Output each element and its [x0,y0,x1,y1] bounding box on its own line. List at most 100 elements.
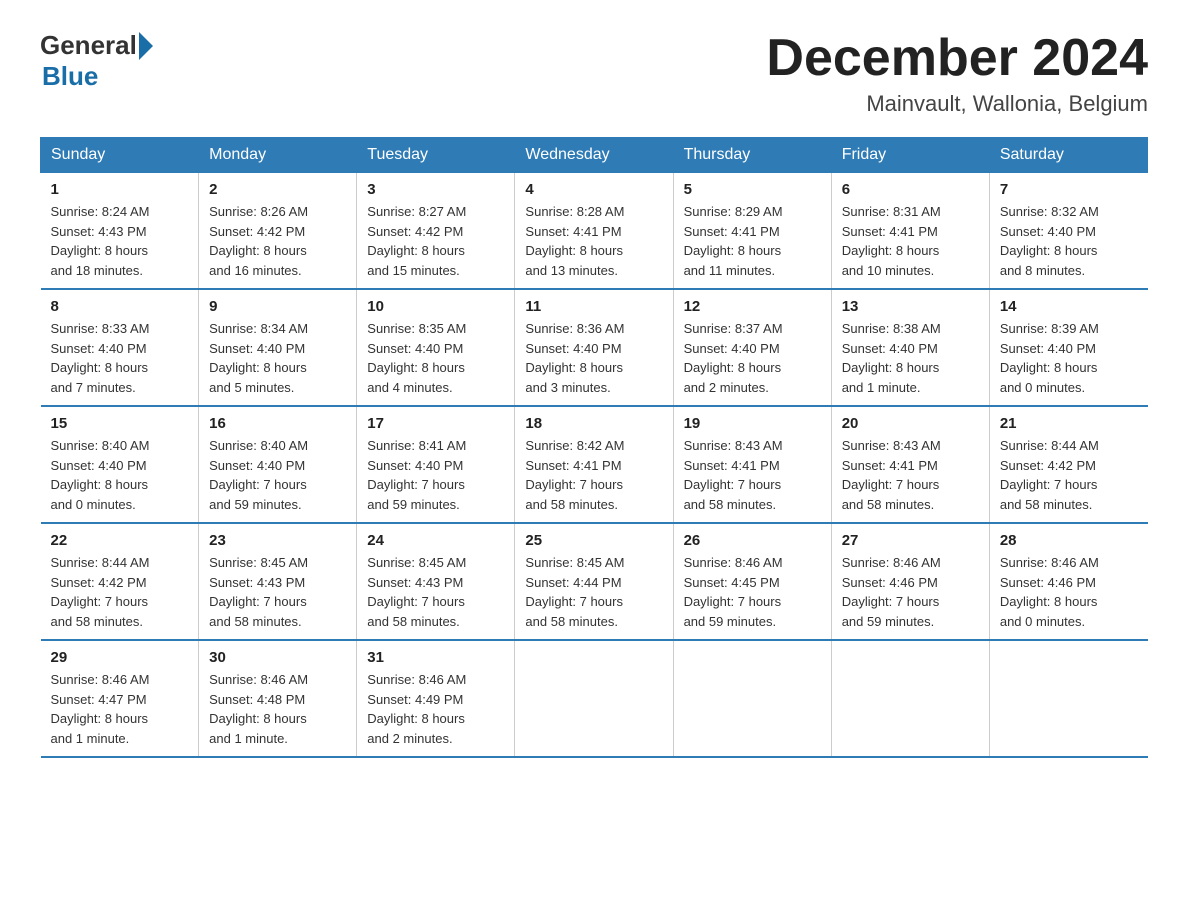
day-number: 16 [209,415,346,432]
calendar-week-row: 15 Sunrise: 8:40 AMSunset: 4:40 PMDayligh… [41,406,1148,523]
day-number: 28 [1000,532,1138,549]
table-row: 11 Sunrise: 8:36 AMSunset: 4:40 PMDayligh… [515,289,673,406]
table-row: 5 Sunrise: 8:29 AMSunset: 4:41 PMDaylight… [673,173,831,290]
col-tuesday: Tuesday [357,138,515,173]
table-row: 1 Sunrise: 8:24 AMSunset: 4:43 PMDaylight… [41,173,199,290]
day-number: 22 [51,532,189,549]
table-row: 14 Sunrise: 8:39 AMSunset: 4:40 PMDayligh… [989,289,1147,406]
table-row: 25Sunrise: 8:45 AMSunset: 4:44 PMDayligh… [515,523,673,640]
day-info: Sunrise: 8:43 AMSunset: 4:41 PMDaylight:… [684,436,821,514]
day-number: 21 [1000,415,1138,432]
day-info: Sunrise: 8:28 AMSunset: 4:41 PMDaylight:… [525,202,662,280]
day-info: Sunrise: 8:46 AMSunset: 4:46 PMDaylight:… [842,553,979,631]
day-info: Sunrise: 8:45 AMSunset: 4:43 PMDaylight:… [367,553,504,631]
table-row: 10 Sunrise: 8:35 AMSunset: 4:40 PMDayligh… [357,289,515,406]
table-row: 3 Sunrise: 8:27 AMSunset: 4:42 PMDaylight… [357,173,515,290]
day-info: Sunrise: 8:27 AMSunset: 4:42 PMDaylight:… [367,202,504,280]
day-info: Sunrise: 8:40 AMSunset: 4:40 PMDaylight:… [51,436,189,514]
table-row: 7 Sunrise: 8:32 AMSunset: 4:40 PMDaylight… [989,173,1147,290]
day-number: 3 [367,181,504,198]
day-info: Sunrise: 8:40 AMSunset: 4:40 PMDaylight:… [209,436,346,514]
day-info: Sunrise: 8:46 AMSunset: 4:47 PMDaylight:… [51,670,189,748]
day-info: Sunrise: 8:45 AMSunset: 4:43 PMDaylight:… [209,553,346,631]
table-row [515,640,673,757]
day-number: 9 [209,298,346,315]
day-info: Sunrise: 8:29 AMSunset: 4:41 PMDaylight:… [684,202,821,280]
day-number: 17 [367,415,504,432]
day-info: Sunrise: 8:46 AMSunset: 4:45 PMDaylight:… [684,553,821,631]
table-row: 24 Sunrise: 8:45 AMSunset: 4:43 PMDayligh… [357,523,515,640]
day-number: 20 [842,415,979,432]
day-number: 31 [367,649,504,666]
day-number: 30 [209,649,346,666]
day-info: Sunrise: 8:46 AMSunset: 4:49 PMDaylight:… [367,670,504,748]
table-row: 19 Sunrise: 8:43 AMSunset: 4:41 PMDayligh… [673,406,831,523]
page-header: General Blue December 2024 Mainvault, Wa… [40,30,1148,117]
day-number: 25 [525,532,662,549]
day-info: Sunrise: 8:39 AMSunset: 4:40 PMDaylight:… [1000,319,1138,397]
day-info: Sunrise: 8:33 AMSunset: 4:40 PMDaylight:… [51,319,189,397]
day-number: 15 [51,415,189,432]
day-number: 24 [367,532,504,549]
location-title: Mainvault, Wallonia, Belgium [766,91,1148,117]
day-number: 13 [842,298,979,315]
day-info: Sunrise: 8:46 AMSunset: 4:48 PMDaylight:… [209,670,346,748]
day-info: Sunrise: 8:34 AMSunset: 4:40 PMDaylight:… [209,319,346,397]
col-friday: Friday [831,138,989,173]
calendar-table: Sunday Monday Tuesday Wednesday Thursday… [40,137,1148,758]
day-info: Sunrise: 8:32 AMSunset: 4:40 PMDaylight:… [1000,202,1138,280]
calendar-week-row: 1 Sunrise: 8:24 AMSunset: 4:43 PMDaylight… [41,173,1148,290]
table-row: 12Sunrise: 8:37 AMSunset: 4:40 PMDayligh… [673,289,831,406]
day-number: 11 [525,298,662,315]
day-number: 5 [684,181,821,198]
day-number: 29 [51,649,189,666]
day-number: 12 [684,298,821,315]
table-row: 9 Sunrise: 8:34 AMSunset: 4:40 PMDaylight… [199,289,357,406]
day-number: 18 [525,415,662,432]
table-row: 26 Sunrise: 8:46 AMSunset: 4:45 PMDayligh… [673,523,831,640]
day-info: Sunrise: 8:41 AMSunset: 4:40 PMDaylight:… [367,436,504,514]
table-row: 4 Sunrise: 8:28 AMSunset: 4:41 PMDaylight… [515,173,673,290]
table-row: 22Sunrise: 8:44 AMSunset: 4:42 PMDayligh… [41,523,199,640]
day-number: 7 [1000,181,1138,198]
table-row: 16 Sunrise: 8:40 AMSunset: 4:40 PMDayligh… [199,406,357,523]
calendar-header-row: Sunday Monday Tuesday Wednesday Thursday… [41,138,1148,173]
calendar-week-row: 22Sunrise: 8:44 AMSunset: 4:42 PMDayligh… [41,523,1148,640]
day-number: 1 [51,181,189,198]
day-info: Sunrise: 8:44 AMSunset: 4:42 PMDaylight:… [1000,436,1138,514]
day-number: 10 [367,298,504,315]
table-row: 2Sunrise: 8:26 AMSunset: 4:42 PMDaylight… [199,173,357,290]
col-thursday: Thursday [673,138,831,173]
table-row: 18Sunrise: 8:42 AMSunset: 4:41 PMDayligh… [515,406,673,523]
logo: General Blue [40,30,155,92]
table-row: 30 Sunrise: 8:46 AMSunset: 4:48 PMDayligh… [199,640,357,757]
day-info: Sunrise: 8:38 AMSunset: 4:40 PMDaylight:… [842,319,979,397]
day-number: 14 [1000,298,1138,315]
day-number: 23 [209,532,346,549]
day-number: 19 [684,415,821,432]
day-info: Sunrise: 8:31 AMSunset: 4:41 PMDaylight:… [842,202,979,280]
day-number: 4 [525,181,662,198]
day-info: Sunrise: 8:35 AMSunset: 4:40 PMDaylight:… [367,319,504,397]
day-number: 26 [684,532,821,549]
col-monday: Monday [199,138,357,173]
logo-arrow-icon [139,32,153,60]
table-row: 13 Sunrise: 8:38 AMSunset: 4:40 PMDayligh… [831,289,989,406]
table-row: 6Sunrise: 8:31 AMSunset: 4:41 PMDaylight… [831,173,989,290]
day-number: 8 [51,298,189,315]
logo-blue-text: Blue [42,61,98,92]
month-title: December 2024 [766,30,1148,87]
calendar-week-row: 29 Sunrise: 8:46 AMSunset: 4:47 PMDayligh… [41,640,1148,757]
table-row [989,640,1147,757]
table-row: 8 Sunrise: 8:33 AMSunset: 4:40 PMDaylight… [41,289,199,406]
table-row: 28 Sunrise: 8:46 AMSunset: 4:46 PMDayligh… [989,523,1147,640]
day-info: Sunrise: 8:36 AMSunset: 4:40 PMDaylight:… [525,319,662,397]
day-info: Sunrise: 8:46 AMSunset: 4:46 PMDaylight:… [1000,553,1138,631]
day-info: Sunrise: 8:24 AMSunset: 4:43 PMDaylight:… [51,202,189,280]
day-number: 27 [842,532,979,549]
table-row: 29 Sunrise: 8:46 AMSunset: 4:47 PMDayligh… [41,640,199,757]
table-row: 15 Sunrise: 8:40 AMSunset: 4:40 PMDayligh… [41,406,199,523]
title-block: December 2024 Mainvault, Wallonia, Belgi… [766,30,1148,117]
day-info: Sunrise: 8:26 AMSunset: 4:42 PMDaylight:… [209,202,346,280]
logo-general-text: General [40,30,137,61]
